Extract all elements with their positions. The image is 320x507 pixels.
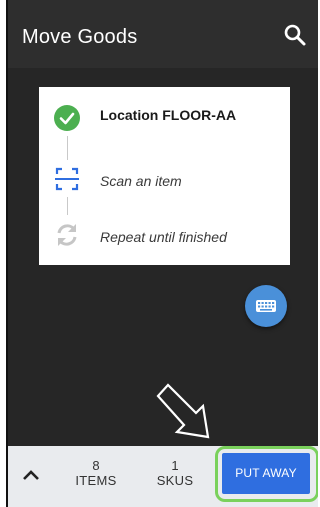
page-title: Move Goods xyxy=(22,26,138,48)
step-connector xyxy=(67,136,68,160)
step-location: Location FLOOR-AA xyxy=(39,103,290,133)
pointer-arrow-icon xyxy=(156,383,210,439)
step-scan: Scan an item xyxy=(39,165,290,195)
search-button[interactable] xyxy=(282,22,308,48)
scan-icon xyxy=(55,167,79,191)
step-connector xyxy=(67,197,68,215)
bottom-bar: 8 ITEMS 1 SKUS PUT AWAY xyxy=(8,446,318,507)
step-label-repeat: Repeat until finished xyxy=(100,229,227,245)
put-away-button[interactable]: PUT AWAY xyxy=(222,453,310,494)
skus-counter: 1 SKUS xyxy=(150,458,200,488)
skus-count: 1 xyxy=(171,458,179,473)
step-label-scan: Scan an item xyxy=(100,173,182,189)
phone-screen: Move Goods Location FLOOR-AA Scan an ite… xyxy=(6,0,318,507)
app-bar: Move Goods xyxy=(8,0,318,68)
step-repeat: Repeat until finished xyxy=(39,221,290,251)
expand-button[interactable] xyxy=(20,464,42,486)
check-circle-icon xyxy=(54,105,80,131)
skus-label: SKUS xyxy=(156,473,194,488)
chevron-up-icon xyxy=(23,470,39,480)
refresh-icon xyxy=(57,224,77,246)
items-label: ITEMS xyxy=(75,473,117,488)
progress-card: Location FLOOR-AA Scan an item Repeat un… xyxy=(39,87,290,265)
search-icon xyxy=(284,24,306,46)
items-count: 8 xyxy=(92,458,100,473)
keyboard-button[interactable] xyxy=(245,285,287,327)
items-counter: 8 ITEMS xyxy=(68,458,124,488)
step-label-location: Location FLOOR-AA xyxy=(100,107,237,123)
keyboard-icon xyxy=(256,300,276,312)
